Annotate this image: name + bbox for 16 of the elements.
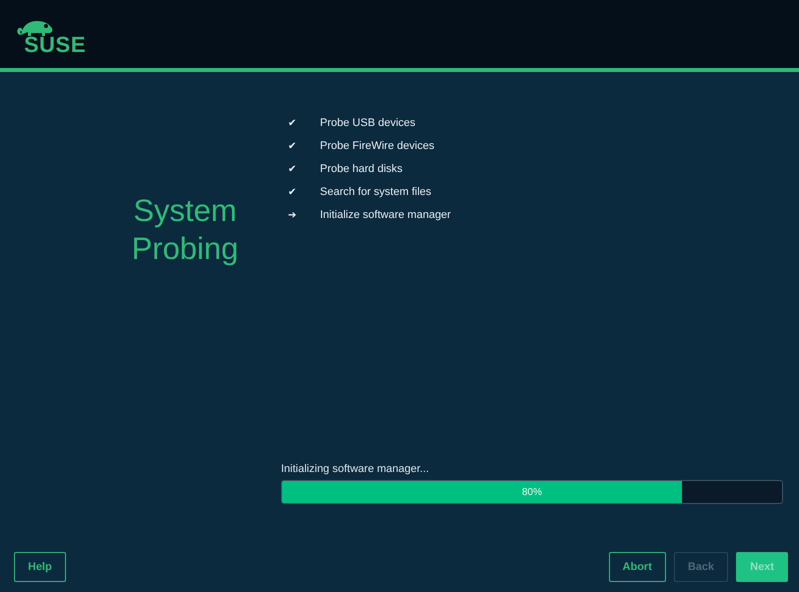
step-label: Probe hard disks bbox=[320, 163, 403, 175]
action-button[interactable]: Abort bbox=[608, 552, 666, 582]
progress-reading: 80% bbox=[522, 486, 542, 498]
step-mark: ✔ bbox=[288, 117, 297, 129]
action-button[interactable]: Help bbox=[14, 552, 66, 582]
step-mark: ✔ bbox=[288, 186, 297, 198]
logo-text: SUSE bbox=[24, 35, 86, 55]
step-label: Initialize software manager bbox=[320, 209, 451, 221]
progress-label: Initializing software manager... bbox=[281, 463, 430, 475]
step-mark: ✔ bbox=[288, 140, 297, 152]
step-label: Probe USB devices bbox=[320, 117, 416, 129]
step-mark: ➔ bbox=[288, 209, 297, 221]
step-label: Search for system files bbox=[320, 186, 432, 198]
step-mark: ✔ bbox=[288, 163, 297, 175]
page-title: System Probing bbox=[130, 192, 240, 268]
step-label: Probe FireWire devices bbox=[320, 140, 434, 152]
